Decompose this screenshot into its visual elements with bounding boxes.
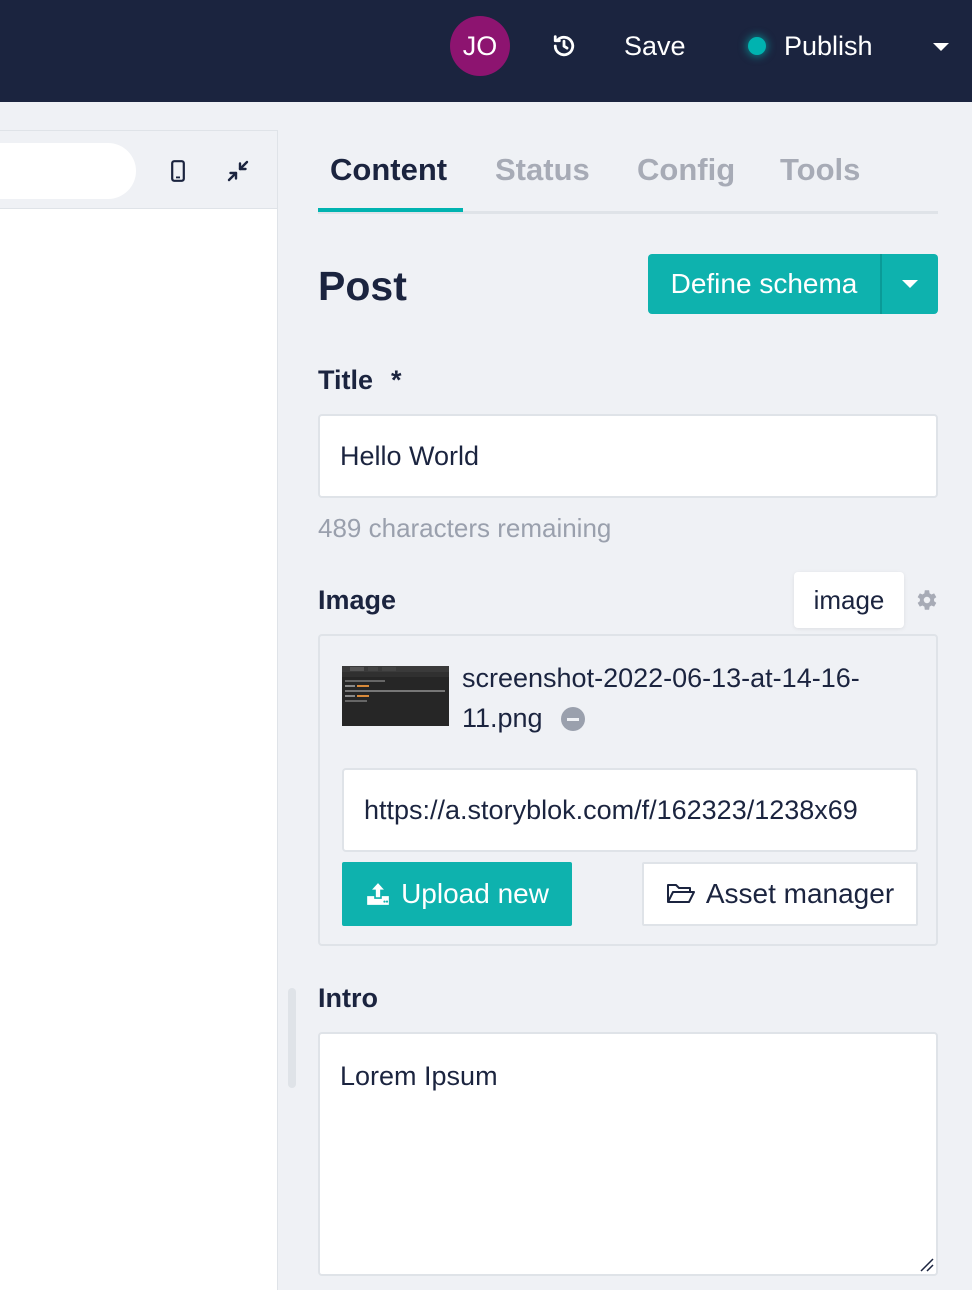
- preview-url-field[interactable]: [0, 143, 136, 199]
- publish-label: Publish: [784, 31, 873, 61]
- gear-icon[interactable]: [912, 586, 940, 614]
- publish-status-dot: [748, 37, 766, 55]
- intro-field-label: Intro: [318, 983, 378, 1013]
- preview-toolbar: [0, 131, 277, 209]
- field-name-tooltip: image: [794, 572, 904, 628]
- upload-icon: [367, 883, 389, 905]
- title-label-text: Title: [318, 365, 374, 395]
- image-field-label: Image: [318, 585, 397, 615]
- image-filename: screenshot-2022-06-13-at-14-16-11.png: [462, 658, 932, 738]
- publish-button[interactable]: Publish: [748, 26, 873, 66]
- image-thumbnail[interactable]: [342, 666, 449, 726]
- page-title: Post: [318, 263, 407, 309]
- folder-open-icon: [666, 884, 695, 903]
- define-schema-split-button: Define schema: [648, 254, 938, 314]
- collapse-arrows-icon[interactable]: [222, 155, 254, 187]
- image-filename-text: screenshot-2022-06-13-at-14-16-11.png: [462, 663, 860, 733]
- tab-tools[interactable]: Tools: [780, 150, 860, 190]
- history-icon[interactable]: [546, 28, 582, 64]
- title-input[interactable]: Hello World: [318, 414, 938, 498]
- intro-text: Lorem Ipsum: [340, 1061, 498, 1091]
- image-url-input[interactable]: https://a.storyblok.com/f/162323/1238x69: [342, 768, 918, 852]
- panel-resize-handle[interactable]: [288, 988, 296, 1088]
- asset-manager-label: Asset manager: [705, 878, 895, 909]
- asset-manager-button[interactable]: Asset manager: [642, 862, 918, 926]
- tab-content[interactable]: Content: [330, 150, 447, 190]
- required-mark: *: [391, 365, 402, 395]
- remove-image-minus-icon[interactable]: [560, 707, 585, 731]
- mobile-device-icon[interactable]: [164, 155, 192, 187]
- resize-grip-icon[interactable]: [918, 1256, 934, 1272]
- top-bar: JO Save Publish: [0, 0, 972, 102]
- upload-new-label: Upload new: [401, 878, 549, 909]
- save-button[interactable]: Save: [624, 26, 686, 66]
- define-schema-button[interactable]: Define schema: [648, 254, 880, 314]
- tab-config[interactable]: Config: [637, 150, 735, 190]
- schema-options-chevron-down-icon[interactable]: [882, 254, 938, 314]
- intro-textarea[interactable]: Lorem Ipsum: [318, 1032, 938, 1276]
- editor-tabs: Content Status Config Tools: [318, 140, 938, 214]
- publish-options-chevron-down-icon[interactable]: [924, 36, 958, 58]
- preview-panel: [0, 130, 278, 1290]
- title-field-label: Title *: [318, 362, 402, 398]
- image-asset-card: screenshot-2022-06-13-at-14-16-11.png ht…: [318, 634, 938, 946]
- active-tab-indicator: [318, 208, 463, 212]
- upload-new-button[interactable]: Upload new: [342, 862, 572, 926]
- user-avatar[interactable]: JO: [450, 16, 510, 76]
- tab-status[interactable]: Status: [495, 150, 590, 190]
- title-character-count: 489 characters remaining: [318, 513, 612, 543]
